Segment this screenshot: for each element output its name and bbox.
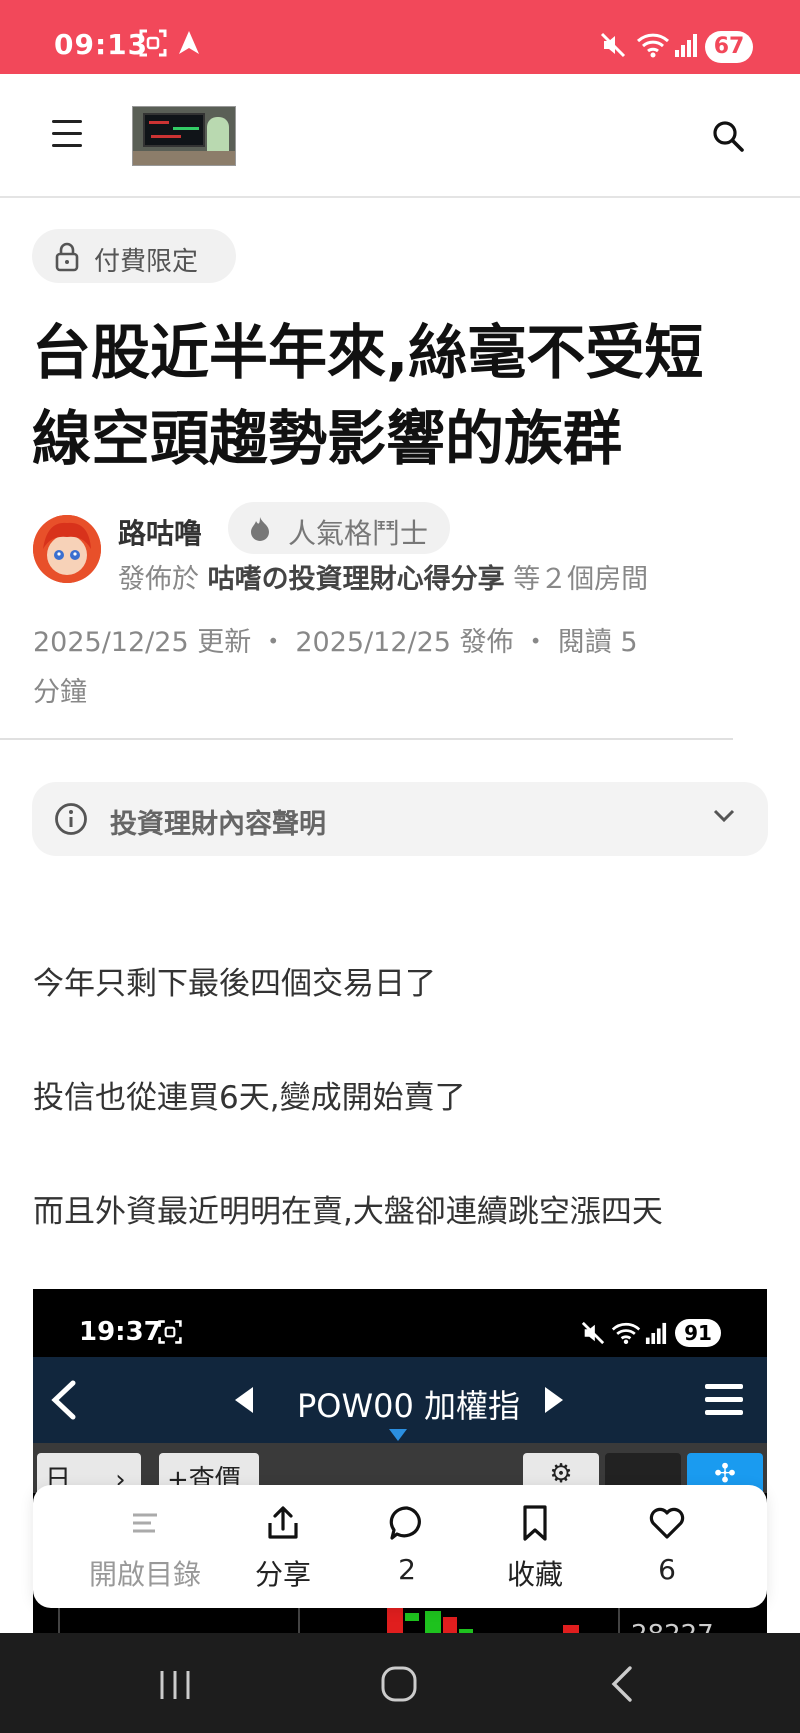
hamburger-icon[interactable] xyxy=(52,120,88,148)
share-button[interactable]: 分享 xyxy=(223,1503,343,1593)
disclaimer-label: 投資理財內容聲明 xyxy=(110,809,326,840)
room-link[interactable]: 咕嗜の投資理財心得分享 xyxy=(208,564,505,595)
menu-icon xyxy=(705,1384,743,1415)
info-icon xyxy=(55,803,87,835)
published-in: 發佈於 咕嗜の投資理財心得分享 等２個房間 xyxy=(118,557,648,596)
home-icon[interactable] xyxy=(380,1665,418,1703)
open-toc-button[interactable]: 開啟目錄 xyxy=(85,1503,205,1593)
divider xyxy=(0,738,733,740)
article-title: 台股近半年來,絲毫不受短線空頭趨勢影響的族群 xyxy=(32,318,704,473)
share-icon xyxy=(268,1506,298,1539)
author-rank-badge: 人氣格鬥士 xyxy=(228,502,450,554)
article-action-bar: 開啟目錄 分享 2 收藏 6 xyxy=(33,1485,767,1608)
other-rooms-link[interactable]: 等２個房間 xyxy=(513,564,648,595)
published-prefix: 發佈於 xyxy=(118,564,199,595)
prev-icon xyxy=(235,1387,253,1413)
status-bar: 09:13 67 xyxy=(0,0,800,74)
dropdown-marker-icon xyxy=(389,1429,407,1441)
bookmark-icon xyxy=(523,1505,547,1541)
screenshot-icon xyxy=(139,29,167,57)
investment-disclaimer[interactable]: 投資理財內容聲明 xyxy=(32,782,768,856)
paid-only-badge: 付費限定 xyxy=(32,229,236,283)
site-logo[interactable] xyxy=(132,106,236,166)
save-button[interactable]: 收藏 xyxy=(475,1503,595,1593)
battery-indicator: 67 xyxy=(705,31,753,63)
signal-icon xyxy=(645,1322,667,1344)
chevron-down-icon[interactable] xyxy=(712,808,736,824)
mute-icon xyxy=(600,32,626,58)
back-icon[interactable] xyxy=(610,1665,634,1703)
comments-button[interactable]: 2 xyxy=(347,1503,467,1586)
like-button[interactable]: 6 xyxy=(607,1503,727,1586)
toc-icon xyxy=(133,1513,157,1533)
system-navigation-bar xyxy=(0,1633,800,1733)
paid-only-label: 付費限定 xyxy=(94,247,199,277)
embedded-battery: 91 xyxy=(675,1319,721,1347)
like-count: 6 xyxy=(658,1553,676,1586)
comment-count: 2 xyxy=(398,1553,416,1586)
embedded-title: POW00 加權指 xyxy=(297,1387,521,1425)
wifi-icon xyxy=(611,1322,641,1345)
avatar[interactable] xyxy=(33,515,101,583)
top-navigation xyxy=(0,74,800,198)
navigation-arrow-icon xyxy=(179,31,199,54)
fire-icon xyxy=(251,517,269,541)
mute-icon xyxy=(581,1321,605,1345)
status-time: 09:13 xyxy=(54,28,149,61)
paragraph: 而且外資最近明明在賣,大盤卻連續跳空漲四天 xyxy=(33,1194,663,1230)
comment-icon xyxy=(389,1506,421,1540)
search-icon[interactable] xyxy=(710,118,746,154)
embedded-time: 19:37 xyxy=(79,1317,162,1347)
share-label: 分享 xyxy=(254,1558,311,1591)
save-label: 收藏 xyxy=(506,1558,563,1591)
signal-icon xyxy=(675,34,697,57)
wifi-icon xyxy=(636,33,670,58)
screenshot-icon xyxy=(158,1320,182,1344)
heart-icon xyxy=(649,1507,685,1539)
recent-apps-icon[interactable] xyxy=(158,1669,192,1701)
lock-icon xyxy=(55,242,79,272)
article-meta: 2025/12/25 更新 ・ 2025/12/25 發佈 ・ 閱讀 5 分鐘 xyxy=(33,627,638,708)
open-toc-label: 開啟目錄 xyxy=(88,1558,201,1591)
author-name[interactable]: 路咕噜 xyxy=(118,512,202,552)
next-icon xyxy=(545,1387,563,1413)
paragraph: 投信也從連買6天,變成開始賣了 xyxy=(33,1080,466,1116)
embedded-title-bar: POW00 加權指 xyxy=(33,1357,767,1443)
back-icon xyxy=(51,1380,76,1420)
paragraph: 今年只剩下最後四個交易日了 xyxy=(33,966,436,1002)
author-rank-label: 人氣格鬥士 xyxy=(288,517,429,550)
